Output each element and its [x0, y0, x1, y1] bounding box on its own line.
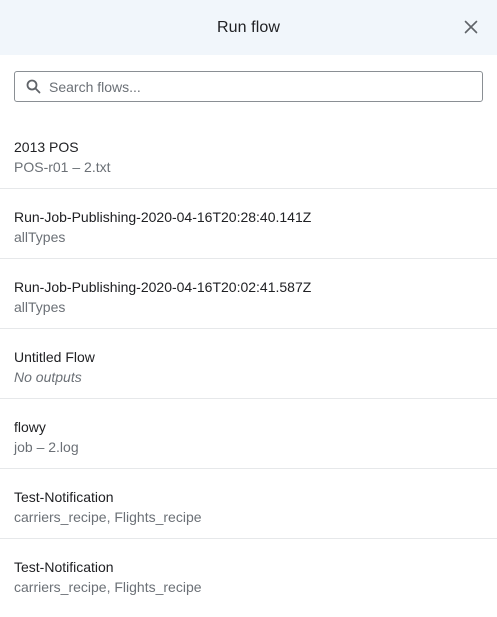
- flow-list-item[interactable]: Run-Job-Publishing-2020-04-16T20:02:41.5…: [0, 259, 497, 329]
- close-button[interactable]: [459, 15, 483, 39]
- flow-outputs: allTypes: [14, 229, 66, 245]
- flow-list: 2013 POS POS-r01 – 2.txt Run-Job-Publish…: [0, 119, 497, 609]
- flow-list-item[interactable]: Run-Job-Publishing-2020-04-16T20:28:40.1…: [0, 189, 497, 259]
- flow-outputs: carriers_recipe, Flights_recipe: [14, 579, 202, 595]
- flow-list-item[interactable]: 2013 POS POS-r01 – 2.txt: [0, 119, 497, 189]
- search-input[interactable]: [49, 72, 482, 101]
- flow-list-item[interactable]: flowy job – 2.log: [0, 399, 497, 469]
- flow-name: Run-Job-Publishing-2020-04-16T20:28:40.1…: [14, 209, 312, 225]
- flow-name: flowy: [14, 419, 46, 435]
- search-container: [0, 55, 497, 102]
- close-icon: [464, 20, 478, 34]
- flow-outputs: POS-r01 – 2.txt: [14, 159, 111, 175]
- flow-list-item[interactable]: Test-Notification carriers_recipe, Fligh…: [0, 469, 497, 539]
- flow-list-item[interactable]: Test-Notification carriers_recipe, Fligh…: [0, 539, 497, 609]
- flow-outputs: carriers_recipe, Flights_recipe: [14, 509, 202, 525]
- dialog-title: Run flow: [216, 18, 281, 36]
- flow-name: Untitled Flow: [14, 349, 95, 365]
- flow-outputs: allTypes: [14, 299, 66, 315]
- search-icon: [25, 79, 41, 95]
- flow-outputs: job – 2.log: [14, 439, 79, 455]
- search-field[interactable]: [14, 71, 483, 102]
- dialog-header: Run flow: [0, 0, 497, 55]
- flow-name: 2013 POS: [14, 139, 79, 155]
- flow-name: Test-Notification: [14, 559, 114, 575]
- flow-name: Run-Job-Publishing-2020-04-16T20:02:41.5…: [14, 279, 312, 295]
- flow-name: Test-Notification: [14, 489, 114, 505]
- flow-list-item[interactable]: Untitled Flow No outputs: [0, 329, 497, 399]
- flow-outputs: No outputs: [14, 369, 82, 385]
